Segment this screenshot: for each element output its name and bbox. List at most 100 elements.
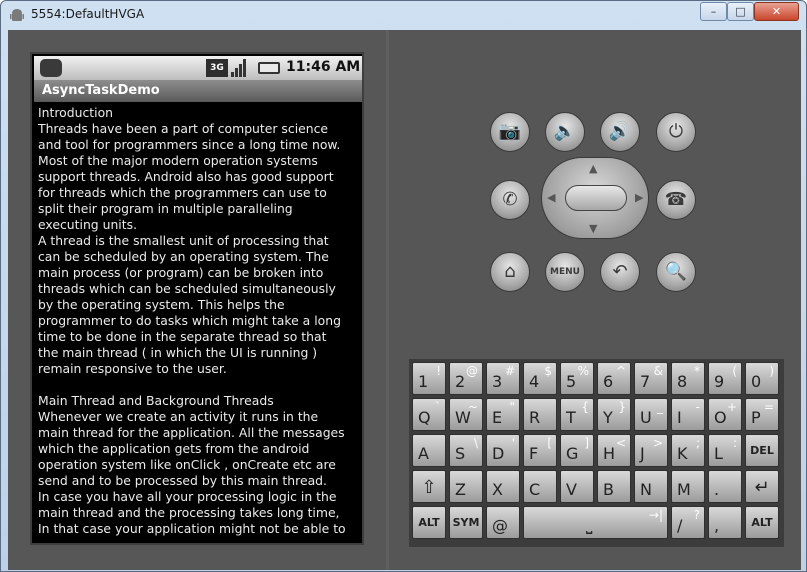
key-del[interactable]: DEL bbox=[745, 434, 779, 467]
key-8[interactable]: 8 * bbox=[671, 362, 705, 395]
tab-icon: →| bbox=[648, 508, 663, 522]
key-2[interactable]: 2 @ bbox=[449, 362, 483, 395]
call-button[interactable]: ✆ bbox=[490, 180, 530, 220]
key-a[interactable]: A bbox=[412, 434, 446, 467]
key-4[interactable]: 4 $ bbox=[523, 362, 557, 395]
minimize-button[interactable]: – bbox=[700, 2, 727, 21]
dpad-right-icon[interactable]: ▶ bbox=[635, 191, 643, 204]
space-icon: ⎵ bbox=[586, 515, 593, 534]
key-z[interactable]: Z bbox=[449, 470, 483, 503]
key-d[interactable]: D ' bbox=[486, 434, 520, 467]
key-period[interactable]: . bbox=[708, 470, 742, 503]
status-clock: 11:46 AM bbox=[286, 59, 361, 75]
key-alt-right[interactable]: ALT bbox=[745, 506, 779, 539]
power-icon: ⏻ bbox=[668, 121, 684, 142]
volume-up-icon: 🔊 bbox=[608, 121, 632, 142]
title-bar[interactable]: 5554:DefaultHVGA – □ ✕ bbox=[1, 1, 806, 29]
minimize-icon: – bbox=[710, 5, 717, 18]
app-title-bar: AsyncTaskDemo bbox=[34, 80, 362, 102]
key-at[interactable]: @ bbox=[486, 506, 520, 539]
key-slash[interactable]: /? bbox=[671, 506, 705, 539]
end-call-button[interactable]: ☎ bbox=[656, 180, 696, 220]
window-title: 5554:DefaultHVGA bbox=[31, 7, 145, 21]
key-i[interactable]: I- bbox=[671, 398, 705, 431]
status-bar: 3G 11:46 AM bbox=[34, 56, 362, 80]
key-p[interactable]: P = bbox=[745, 398, 779, 431]
android-icon bbox=[10, 9, 24, 21]
key-k[interactable]: K; bbox=[671, 434, 705, 467]
key-v[interactable]: V bbox=[560, 470, 594, 503]
key-enter[interactable]: ↵ bbox=[745, 470, 779, 503]
menu-label: MENU bbox=[550, 267, 580, 277]
enter-icon: ↵ bbox=[754, 477, 770, 498]
key-o[interactable]: O + bbox=[708, 398, 742, 431]
emulator-window: 5554:DefaultHVGA – □ ✕ 3G 11:46 AM Async… bbox=[0, 0, 807, 572]
key-g[interactable]: G] bbox=[560, 434, 594, 467]
home-icon: ⌂ bbox=[504, 261, 516, 282]
signal-icon bbox=[231, 59, 249, 77]
device-pane: 3G 11:46 AM AsyncTaskDemo Introduction T… bbox=[8, 30, 386, 570]
dpad-left-icon[interactable]: ◀ bbox=[547, 191, 555, 204]
key-space[interactable]: ⎵ →| bbox=[523, 506, 668, 539]
key-1[interactable]: 1! bbox=[412, 362, 446, 395]
key-6[interactable]: 6 ^ bbox=[597, 362, 631, 395]
volume-down-button[interactable]: 🔈 bbox=[545, 112, 585, 152]
network-type-icon: 3G bbox=[206, 59, 228, 77]
search-icon: 🔍 bbox=[664, 261, 688, 282]
power-button[interactable]: ⏻ bbox=[656, 112, 696, 152]
phone-icon: ✆ bbox=[502, 189, 518, 210]
key-shift[interactable]: ⇧ bbox=[412, 470, 446, 503]
key-7[interactable]: 7 & bbox=[634, 362, 668, 395]
key-x[interactable]: X bbox=[486, 470, 520, 503]
key-c[interactable]: C bbox=[523, 470, 557, 503]
volume-down-icon: 🔈 bbox=[553, 121, 577, 142]
key-r[interactable]: R bbox=[523, 398, 557, 431]
maximize-button[interactable]: □ bbox=[727, 2, 754, 21]
key-w[interactable]: W ~ bbox=[449, 398, 483, 431]
key-b[interactable]: B bbox=[597, 470, 631, 503]
hardware-keyboard: 1! 2 @ 3 # 4 $ 5% 6 ^ 7 & 8 * 9( 0) Q ` W ~ E " R… bbox=[409, 359, 784, 547]
key-l[interactable]: L: bbox=[708, 434, 742, 467]
close-icon: ✕ bbox=[771, 5, 782, 18]
talk-icon bbox=[40, 59, 62, 77]
key-f[interactable]: F[ bbox=[523, 434, 557, 467]
key-u[interactable]: U _ bbox=[634, 398, 668, 431]
emulator-client-area: 3G 11:46 AM AsyncTaskDemo Introduction T… bbox=[8, 30, 801, 570]
battery-icon bbox=[258, 62, 280, 74]
dpad-up-icon[interactable]: ▲ bbox=[589, 162, 597, 175]
key-y[interactable]: Y} bbox=[597, 398, 631, 431]
camera-icon: 📷 bbox=[498, 121, 522, 142]
home-button[interactable]: ⌂ bbox=[490, 252, 530, 292]
key-e[interactable]: E " bbox=[486, 398, 520, 431]
key-comma[interactable]: , bbox=[708, 506, 742, 539]
dpad-center-button[interactable] bbox=[565, 185, 627, 211]
end-call-icon: ☎ bbox=[664, 189, 688, 210]
dpad-down-icon[interactable]: ▼ bbox=[589, 222, 597, 235]
shift-icon: ⇧ bbox=[421, 477, 437, 498]
menu-button[interactable]: MENU bbox=[545, 252, 585, 292]
key-5[interactable]: 5% bbox=[560, 362, 594, 395]
key-n[interactable]: N bbox=[634, 470, 668, 503]
volume-up-button[interactable]: 🔊 bbox=[600, 112, 640, 152]
controls-pane: 📷 🔈 🔊 ⏻ ✆ ▲ ▼ ◀ ▶ ☎ ⌂ MENU ↶ 🔍 1! 2 @ 3 # … bbox=[389, 30, 801, 570]
key-sym[interactable]: SYM bbox=[449, 506, 483, 539]
device-screen[interactable]: 3G 11:46 AM AsyncTaskDemo Introduction T… bbox=[30, 52, 364, 545]
key-0[interactable]: 0) bbox=[745, 362, 779, 395]
app-title: AsyncTaskDemo bbox=[42, 83, 160, 98]
key-t[interactable]: T{ bbox=[560, 398, 594, 431]
key-j[interactable]: J > bbox=[634, 434, 668, 467]
key-q[interactable]: Q ` bbox=[412, 398, 446, 431]
key-m[interactable]: M bbox=[671, 470, 705, 503]
key-3[interactable]: 3 # bbox=[486, 362, 520, 395]
key-s[interactable]: S \ bbox=[449, 434, 483, 467]
close-button[interactable]: ✕ bbox=[754, 2, 799, 21]
maximize-icon: □ bbox=[735, 5, 746, 18]
back-icon: ↶ bbox=[612, 261, 628, 282]
search-button[interactable]: 🔍 bbox=[656, 252, 696, 292]
key-9[interactable]: 9( bbox=[708, 362, 742, 395]
camera-button[interactable]: 📷 bbox=[490, 112, 530, 152]
key-alt-left[interactable]: ALT bbox=[412, 506, 446, 539]
key-h[interactable]: H < bbox=[597, 434, 631, 467]
back-button[interactable]: ↶ bbox=[600, 252, 640, 292]
article-text[interactable]: Introduction Threads have been a part of… bbox=[38, 105, 360, 543]
